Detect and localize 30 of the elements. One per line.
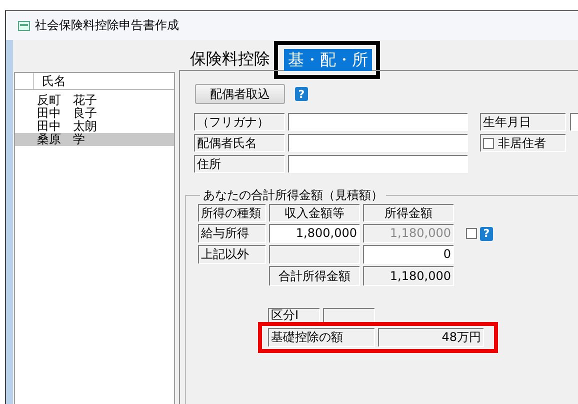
group-title: あなたの合計所得金額（見積額） — [202, 187, 384, 204]
import-spouse-button[interactable]: 配偶者取込 — [195, 84, 285, 104]
field-label: （フリガナ） — [194, 113, 285, 131]
person-row[interactable]: 反町 花子 — [15, 94, 174, 107]
person-row[interactable]: 田中 良子 — [15, 107, 174, 120]
row-label: 上記以外 — [198, 245, 266, 264]
column-header: 所得の種類 — [198, 204, 266, 222]
category-label: 区分Ⅰ — [268, 308, 320, 323]
field-label: 生年月日 — [480, 113, 566, 131]
deduction-amount: 48万円 — [378, 328, 484, 347]
person-row[interactable]: 桑原 学 — [15, 133, 174, 146]
window-title: 社会保険料控除申告書作成 — [35, 17, 179, 34]
person-row[interactable]: 田中 太朗 — [15, 120, 174, 133]
total-amount: 1,180,000 — [363, 266, 454, 286]
row-label: 給与所得 — [198, 224, 266, 243]
deduction-label: 基礎控除の額 — [268, 328, 375, 347]
amount-cell[interactable]: 1,800,000 — [269, 224, 360, 243]
column-header: 収入金額等 — [269, 204, 360, 222]
help-icon[interactable]: ? — [295, 87, 308, 101]
amount-cell[interactable]: 0 — [363, 245, 454, 264]
total-label: 合計所得金額 — [269, 266, 360, 286]
non-resident-checkbox[interactable]: 非居住者 — [480, 134, 566, 152]
help-icon[interactable]: ? — [480, 226, 493, 240]
amount-cell: 1,180,000 — [363, 224, 454, 243]
tab[interactable]: 保険料控除 — [186, 48, 274, 70]
tab[interactable]: 基・配・所 — [284, 49, 372, 71]
column-header: 氏名 — [41, 73, 66, 89]
column-header: 所得金額 — [363, 204, 454, 222]
field-label: 住所 — [194, 155, 285, 173]
field-label: 配偶者氏名 — [194, 134, 285, 152]
